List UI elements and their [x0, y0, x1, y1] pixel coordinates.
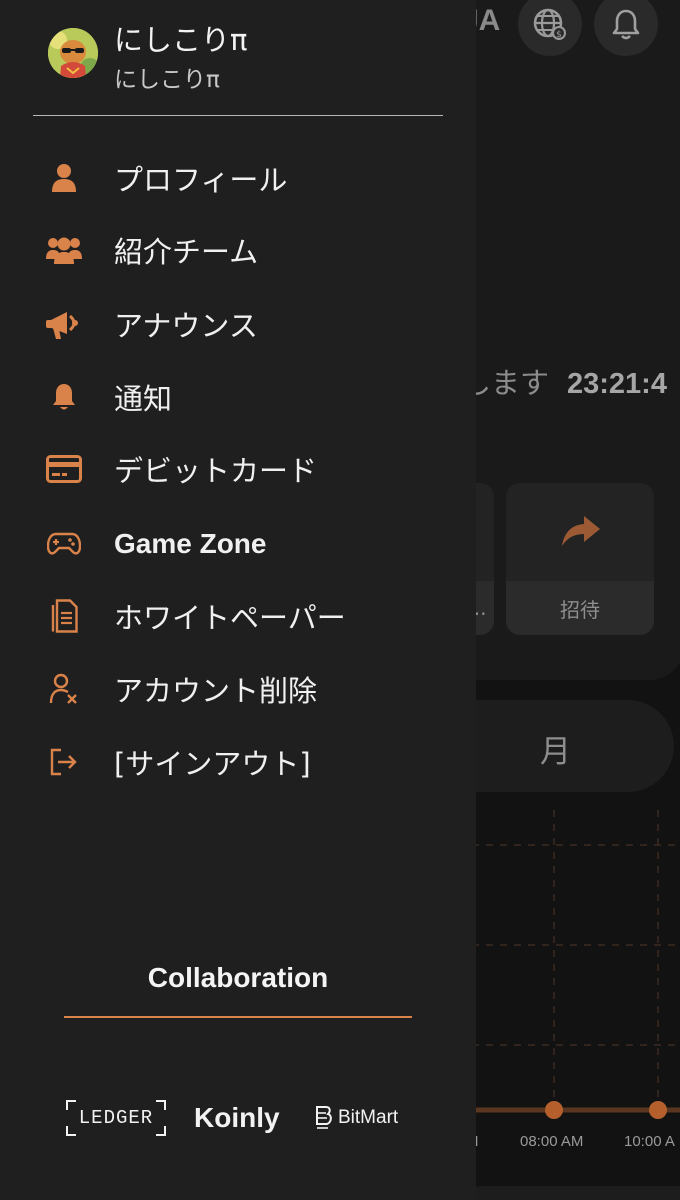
header-divider — [33, 115, 443, 116]
timer-value: 23:21:4 — [567, 368, 667, 400]
chart-point — [649, 1101, 667, 1119]
partner-koinly-logo[interactable]: Koinly — [194, 1100, 280, 1136]
menu-item-whitepaper[interactable]: ホワイトペーパー — [0, 588, 476, 644]
menu-label: ホワイトペーパー — [114, 601, 346, 635]
background-bottom-card — [466, 1186, 680, 1200]
menu-label: Game Zone — [114, 528, 267, 559]
avatar-image — [48, 28, 98, 78]
chart-point — [545, 1101, 563, 1119]
menu-label: プロフィール — [114, 163, 288, 197]
svg-text:$: $ — [556, 30, 562, 40]
menu-label: [サインアウト] — [114, 747, 311, 781]
globe-icon: $ — [533, 8, 566, 40]
menu-label: アカウント削除 — [114, 674, 318, 708]
menu-item-sign-out[interactable]: [サインアウト] — [0, 734, 476, 790]
user-remove-icon — [44, 669, 84, 709]
menu-item-game-zone[interactable]: Game Zone — [0, 516, 476, 572]
invite-label: 招待 — [560, 597, 600, 622]
menu-label: 通知 — [114, 382, 173, 416]
menu-item-debit-card[interactable]: デビットカード — [0, 441, 476, 497]
menu-item-delete-account[interactable]: アカウント削除 — [0, 661, 476, 717]
bell-outline-icon — [612, 9, 640, 40]
partner-name: BitMart — [338, 1107, 399, 1128]
user-display-name: にしこりπ — [114, 23, 248, 57]
user-username: にしこりπ — [114, 67, 220, 93]
credit-card-icon — [44, 449, 84, 489]
menu-item-notifications[interactable]: 通知 — [0, 369, 476, 425]
bell-icon — [44, 377, 84, 417]
menu-label: アナウンス — [114, 309, 258, 343]
period-month-label: 月 — [540, 734, 571, 770]
sign-out-icon — [44, 742, 84, 782]
chart-tick-label: 10:00 A — [624, 1133, 675, 1150]
gamepad-icon — [44, 524, 84, 564]
collaboration-title: Collaboration — [147, 962, 329, 993]
share-arrow-icon — [562, 516, 600, 546]
document-icon — [44, 596, 84, 636]
users-icon — [44, 230, 84, 270]
menu-item-referral-team[interactable]: 紹介チーム — [0, 222, 476, 278]
megaphone-icon — [44, 304, 84, 344]
partner-name: Koinly — [194, 1102, 280, 1133]
menu-label: デビットカード — [114, 454, 318, 488]
menu-item-profile[interactable]: プロフィール — [0, 150, 476, 206]
ledger-bracket-icon — [66, 1100, 166, 1136]
mining-timer: します 23:21:4 — [462, 360, 667, 402]
collaboration-underline — [64, 1016, 412, 1018]
menu-label: 紹介チーム — [114, 235, 259, 269]
partner-ledger-logo[interactable]: LEDGER — [66, 1100, 166, 1136]
menu-item-announcements[interactable]: アナウンス — [0, 296, 476, 352]
bitmart-logo-icon — [316, 1106, 332, 1129]
user-icon — [44, 158, 84, 198]
chart-tick-label: 08:00 AM — [520, 1133, 584, 1150]
avatar[interactable] — [48, 28, 98, 78]
app-screen: JA $ します 23:21:4 ... 招待 月 08:00 AM 10:00… — [0, 0, 680, 1200]
invite-tile[interactable]: 招待 — [506, 483, 654, 635]
navigation-drawer: にしこりπ にしこりπ プロフィール 紹介チーム アナウンス 通知 デビットカー… — [0, 0, 476, 1200]
partner-bitmart-logo[interactable]: BitMart — [314, 1100, 398, 1136]
